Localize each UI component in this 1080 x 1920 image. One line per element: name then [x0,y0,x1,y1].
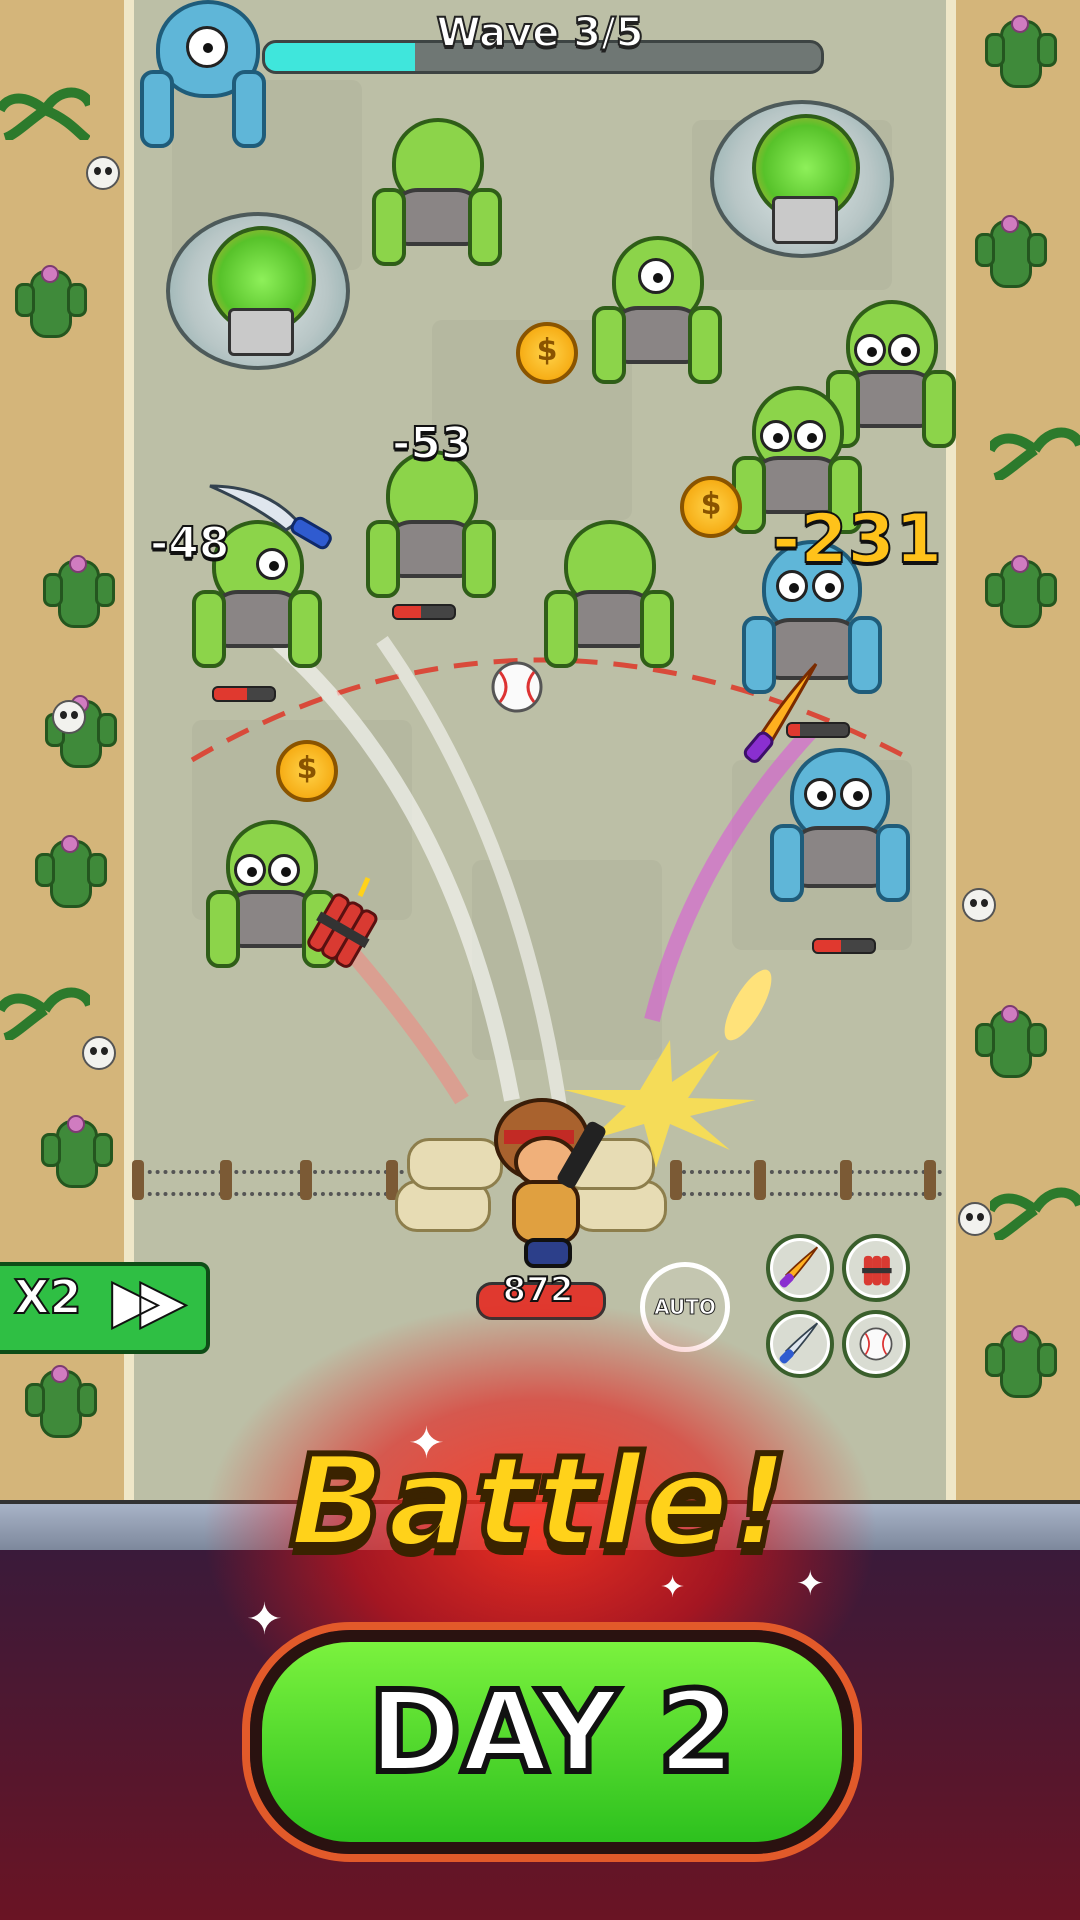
barbed-wire-fence [674,1170,942,1196]
cactus-icon [975,1005,1047,1078]
fence-post [840,1160,852,1200]
day-button-label: DAY 2 [366,1665,739,1801]
skull-icon [82,1036,116,1070]
dynamite-slot-icon[interactable] [842,1234,910,1302]
baseball-slot-icon[interactable] [842,1310,910,1378]
skull-icon [962,888,996,922]
zombie-green-cyclops [592,236,722,386]
fence-post [924,1160,936,1200]
palm-tree-icon [990,427,1080,480]
barbed-wire-fence [132,1170,404,1196]
dynamite-projectile-icon [307,876,378,968]
palm-tree-icon [0,87,90,140]
cactus-icon [43,555,115,628]
sparkle-icon: ✦ [246,1594,283,1645]
zombie-health-bar [392,604,456,620]
zombie-health-bar [812,938,876,954]
cactus-icon [985,1325,1057,1398]
fence-post [132,1160,144,1200]
palm-tree-icon [990,1187,1080,1240]
skull-icon [52,700,86,734]
zombie-green [366,450,496,600]
palm-tree-icon [0,987,90,1040]
zombie-turret [710,100,894,258]
zombie-green [826,300,956,450]
damage-number: -48 [149,517,230,570]
cactus-icon [35,835,107,908]
wave-label: Wave 3/5 [435,9,644,57]
fence-post [220,1160,232,1200]
critical-damage-number: -231 [771,499,943,580]
cactus-icon [975,215,1047,288]
skull-icon [86,156,120,190]
damage-number: -53 [391,417,472,470]
sparkle-icon: ✦ [660,1570,686,1605]
zombie-green [372,118,502,268]
hero-soldier [494,1098,606,1268]
cactus-icon [41,1115,113,1188]
skull-icon [958,1202,992,1236]
gold-coin-icon[interactable]: $ [680,476,742,538]
flame-knife-projectile-icon [743,662,818,763]
gold-coin-icon[interactable]: $ [276,740,338,802]
zombie-green [544,520,674,670]
cactus-icon [985,555,1057,628]
zombie-turret [166,212,350,370]
fence-post [300,1160,312,1200]
speed-multiplier-label: X2 [13,1269,82,1325]
cactus-icon [15,265,87,338]
battle-title: Battle! [286,1425,792,1578]
zombie-blue-cyclops [140,0,266,160]
gold-coin-icon[interactable]: $ [516,322,578,384]
cactus-icon [985,15,1057,88]
flame-knife-slot-icon[interactable] [766,1234,834,1302]
fast-forward-icon: ▶▶ [111,1265,187,1337]
baseball-projectile-icon [491,661,543,713]
zombie-health-bar [212,686,276,702]
